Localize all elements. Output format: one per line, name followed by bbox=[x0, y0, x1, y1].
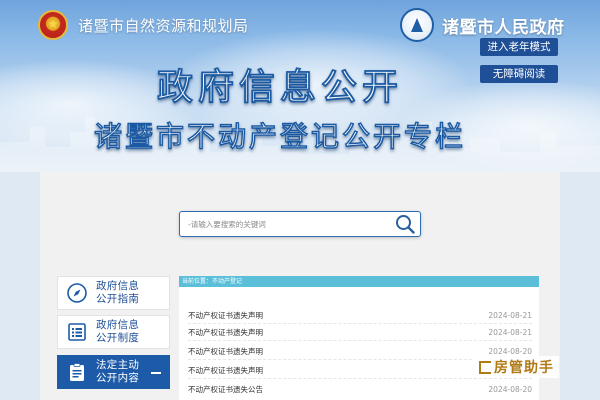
breadcrumb-prefix: 当前位置： bbox=[182, 278, 213, 285]
search-bar bbox=[179, 211, 421, 237]
sidebar-item-guide[interactable]: 政府信息 公开指南 bbox=[57, 276, 170, 310]
list-item-title[interactable]: 不动产权证书遗失声明 bbox=[188, 346, 263, 357]
sidebar-item-statutory-content[interactable]: 法定主动 公开内容 bbox=[57, 355, 170, 389]
clipboard-icon bbox=[58, 355, 96, 389]
search-input[interactable] bbox=[188, 217, 388, 232]
app-logo-icon bbox=[479, 360, 491, 374]
collapse-icon[interactable] bbox=[151, 372, 161, 374]
search-icon[interactable] bbox=[394, 213, 416, 235]
bureau-name: 诸暨市自然资源和规划局 bbox=[78, 16, 249, 35]
row-divider bbox=[188, 340, 532, 341]
header-banner: 诸暨市自然资源和规划局 诸暨市人民政府 进入老年模式 无障碍阅读 政府信息公开 … bbox=[0, 0, 600, 172]
bureau-logo[interactable]: 诸暨市自然资源和规划局 bbox=[38, 10, 249, 40]
sidebar-item-label: 政府信息 公开指南 bbox=[96, 280, 140, 305]
list-item-date: 2024-08-21 bbox=[488, 327, 532, 337]
list-item-title[interactable]: 不动产权证书遗失公告 bbox=[188, 384, 263, 395]
page-title: 政府信息公开 bbox=[156, 67, 403, 109]
government-name: 诸暨市人民政府 bbox=[442, 17, 565, 38]
row-divider bbox=[188, 323, 532, 324]
sidebar-item-label: 法定主动 公开内容 bbox=[96, 359, 140, 384]
sidebar-item-system[interactable]: 政府信息 公开制度 bbox=[57, 315, 170, 349]
watermark: 房管助手 bbox=[474, 356, 559, 378]
list-item-date: 2024-08-20 bbox=[488, 384, 532, 394]
breadcrumb: 当前位置：不动产登记 bbox=[179, 276, 539, 287]
list-item-title[interactable]: 不动产权证书遗失声明 bbox=[188, 310, 263, 321]
page-subtitle: 诸暨市不动产登记公开专栏 bbox=[93, 120, 466, 154]
list-item[interactable]: 不动产权证书遗失声明 2024-08-21 bbox=[188, 309, 532, 321]
list-item[interactable]: 不动产权证书遗失公告 2024-08-20 bbox=[188, 383, 532, 395]
government-logo[interactable]: 诸暨市人民政府 bbox=[400, 8, 565, 42]
row-divider bbox=[188, 378, 532, 379]
list-item-title[interactable]: 不动产权证书遗失声明 bbox=[188, 327, 263, 338]
compass-icon bbox=[58, 276, 96, 310]
document-list-icon bbox=[58, 315, 96, 349]
elder-mode-button[interactable]: 进入老年模式 bbox=[480, 38, 558, 56]
breadcrumb-current[interactable]: 不动产登记 bbox=[212, 278, 242, 285]
list-item-title[interactable]: 不动产权证书遗失声明 bbox=[188, 365, 263, 376]
sidebar-item-label: 政府信息 公开制度 bbox=[96, 319, 140, 344]
list-item-date: 2024-08-20 bbox=[488, 346, 532, 356]
watermark-text: 房管助手 bbox=[494, 360, 554, 376]
announcement-list: 当前位置：不动产登记 不动产权证书遗失声明 2024-08-21 不动产权证书遗… bbox=[179, 276, 539, 400]
national-emblem-icon bbox=[38, 10, 68, 40]
list-item-date: 2024-08-21 bbox=[488, 310, 532, 320]
list-item[interactable]: 不动产权证书遗失声明 2024-08-21 bbox=[188, 326, 532, 338]
city-emblem-icon bbox=[400, 8, 434, 42]
